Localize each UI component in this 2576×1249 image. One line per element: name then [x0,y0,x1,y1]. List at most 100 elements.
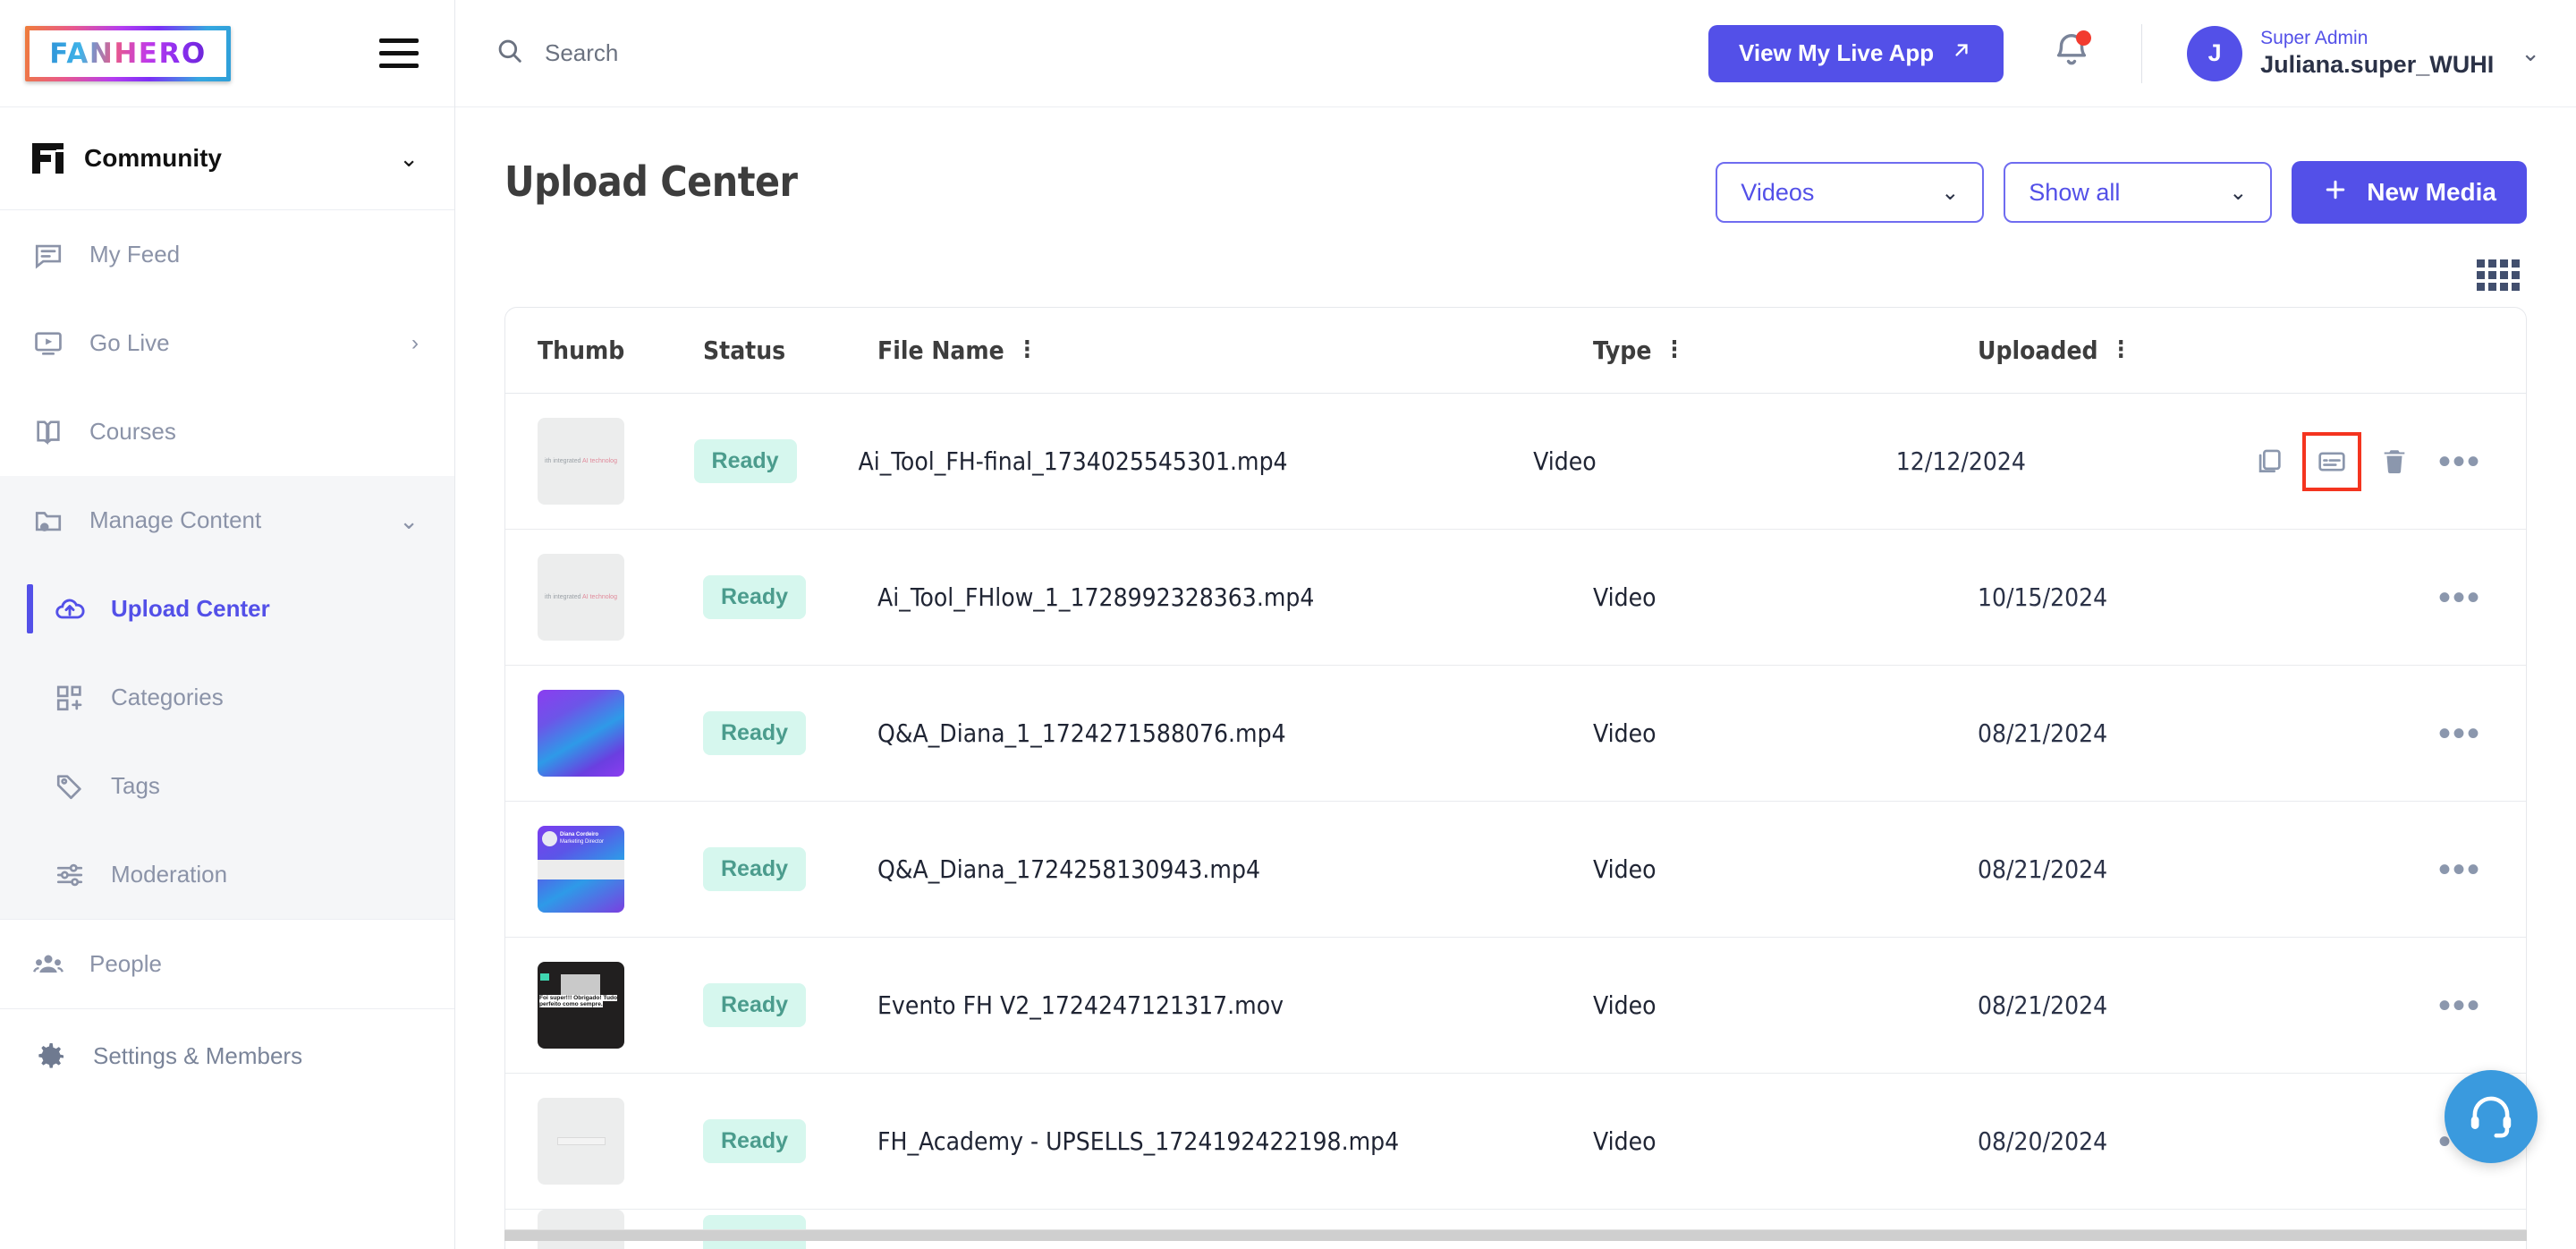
sidebar-item-settings-members[interactable]: Settings & Members [0,1009,454,1103]
avatar: J [2187,25,2243,81]
page-title: Upload Center [504,157,798,206]
more-options-icon[interactable]: ••• [2438,580,2481,616]
thumbnail-placeholder-bar [556,1137,606,1145]
chevron-down-icon: ⌄ [1941,180,1960,205]
thumbnail-caption: ith integrated AI technolog [545,594,617,600]
sidebar-item-label: Moderation [111,861,228,888]
column-header-type: Type ⋮ [1593,336,1978,365]
row-type: Video [1593,990,1657,1020]
duplicate-icon[interactable] [2250,443,2288,480]
topbar-divider [2141,23,2143,83]
subtitles-icon[interactable] [2301,431,2361,491]
row-file-name: Q&A_Diana_1_1724271588076.mp4 [877,718,1286,748]
sidebar-item-people[interactable]: People [0,920,454,1008]
page-content: Upload Center Videos ⌄ Show all ⌄ New Me… [455,107,2576,1249]
user-role: Super Admin [2260,27,2368,48]
workspace-name: Community [84,144,222,172]
view-live-app-label: View My Live App [1738,39,1935,66]
row-actions: ••• [2353,852,2494,888]
media-type-filter-value: Videos [1741,178,1815,206]
row-status-cell: Ready [703,983,877,1027]
sidebar-item-label: People [89,950,162,977]
sidebar-toggle-hamburger-icon[interactable] [379,38,419,68]
search-input[interactable]: Search [495,36,1690,71]
book-icon [30,414,66,450]
row-uploaded-date: 08/21/2024 [1978,990,2108,1020]
new-media-button[interactable]: New Media [2292,161,2527,224]
sidebar-item-label: Categories [111,684,224,710]
row-thumb-cell: Foi super!!! Obrigado! Tudo perfeito com… [538,962,703,1049]
chevron-down-icon: ⌄ [2521,39,2540,66]
sidebar-item-upload-center[interactable]: Upload Center [0,565,454,653]
sliders-icon [52,857,88,893]
row-file-name: Evento FH V2_1724247121317.mov [877,990,1284,1020]
sidebar-item-label: My Feed [89,241,181,268]
more-options-icon[interactable]: ••• [2438,444,2481,480]
view-live-app-button[interactable]: View My Live App [1707,24,2004,82]
sidebar-group-header-manage-content[interactable]: Manage Content ⌄ [0,476,454,565]
more-options-icon[interactable]: ••• [2438,988,2481,1024]
thumbnail-testimonial-caption: Foi super!!! Obrigado! Tudo perfeito com… [539,995,618,1007]
workspace-switcher[interactable]: Community ⌄ [0,107,454,210]
view-toggle-row [504,224,2527,307]
sidebar-item-label: Upload Center [111,595,270,622]
chat-bubble-icon [30,237,66,273]
sidebar-item-moderation[interactable]: Moderation [0,830,454,919]
categories-grid-plus-icon [52,680,88,716]
sidebar-item-categories[interactable]: Categories [0,653,454,742]
row-status-cell: Ready [703,575,877,619]
column-header-thumb: Thumb [538,336,625,365]
support-chat-button[interactable] [2445,1070,2538,1163]
sidebar-group-label: Manage Content [89,506,262,533]
thumbnail-caption: ith integrated AI technolog [545,458,617,464]
column-header-uploaded-label: Uploaded [1978,336,2098,365]
visibility-filter[interactable]: Show all ⌄ [2004,162,2273,223]
notification-unread-dot [2076,30,2092,46]
table-row[interactable]: Diana Cordeiro Marketing Director Ready … [505,802,2526,938]
fanhero-logo[interactable]: FANHERO [25,26,231,81]
row-status-cell: Ready [703,847,877,891]
row-uploaded-date: 10/15/2024 [1978,582,2108,612]
column-menu-icon[interactable]: ⋮ [1664,338,1684,361]
live-video-icon [30,326,66,361]
horizontal-scrollbar-thumb[interactable] [504,1230,2527,1241]
table-row[interactable]: Ready Q&A_Diana_1_1724271588076.mp4 Vide… [505,666,2526,802]
chevron-down-icon: ⌄ [2229,180,2248,205]
thumbnail-speaker-role: Marketing Director [560,838,605,845]
user-meta: Super Admin Juliana.super_WUHI [2260,27,2494,81]
thumbnail [538,690,624,777]
more-options-icon[interactable]: ••• [2438,852,2481,888]
table-row[interactable]: Foi super!!! Obrigado! Tudo perfeito com… [505,938,2526,1074]
sidebar-item-my-feed[interactable]: My Feed [0,210,454,299]
row-type: Video [1593,854,1657,884]
row-actions: ••• [2353,580,2494,616]
table-row[interactable]: Ready FH_Academy - UPSELLS_1724192422198… [505,1074,2526,1210]
notifications-button[interactable] [2046,29,2097,79]
status-badge: Ready [703,847,807,891]
horizontal-scrollbar[interactable] [504,1229,2527,1241]
trash-icon[interactable] [2376,443,2413,480]
row-thumb-cell [538,690,703,777]
row-uploaded-date: 08/21/2024 [1978,718,2108,748]
people-icon [30,947,66,982]
search-icon [495,36,525,71]
table-header-row: Thumb Status File Name ⋮ Type ⋮ Uploaded… [505,308,2526,394]
more-options-icon[interactable]: ••• [2438,716,2481,752]
column-menu-icon[interactable]: ⋮ [1017,338,1038,361]
sidebar-item-go-live[interactable]: Go Live › [0,299,454,387]
sidebar-logo-bar: FANHERO [0,0,454,107]
column-menu-icon[interactable]: ⋮ [2111,338,2131,361]
table-row[interactable]: ith integrated AI technolog Ready Ai_Too… [505,394,2526,530]
status-badge: Ready [703,711,807,755]
folder-gear-icon [30,503,66,539]
grid-view-icon[interactable] [2477,259,2520,291]
sidebar: FANHERO Community ⌄ My Feed Go Live › Co… [0,0,455,1249]
sidebar-item-tags[interactable]: Tags [0,742,454,830]
thumbnail: ith integrated AI technolog [538,418,624,505]
table-row[interactable]: ith integrated AI technolog Ready Ai_Too… [505,530,2526,666]
user-menu[interactable]: J Super Admin Juliana.super_WUHI ⌄ [2187,25,2540,81]
sidebar-nav: My Feed Go Live › Courses Manage Content… [0,210,454,1249]
sidebar-item-courses[interactable]: Courses [0,387,454,476]
media-type-filter[interactable]: Videos ⌄ [1716,162,1985,223]
thumbnail: Foi super!!! Obrigado! Tudo perfeito com… [538,962,624,1049]
